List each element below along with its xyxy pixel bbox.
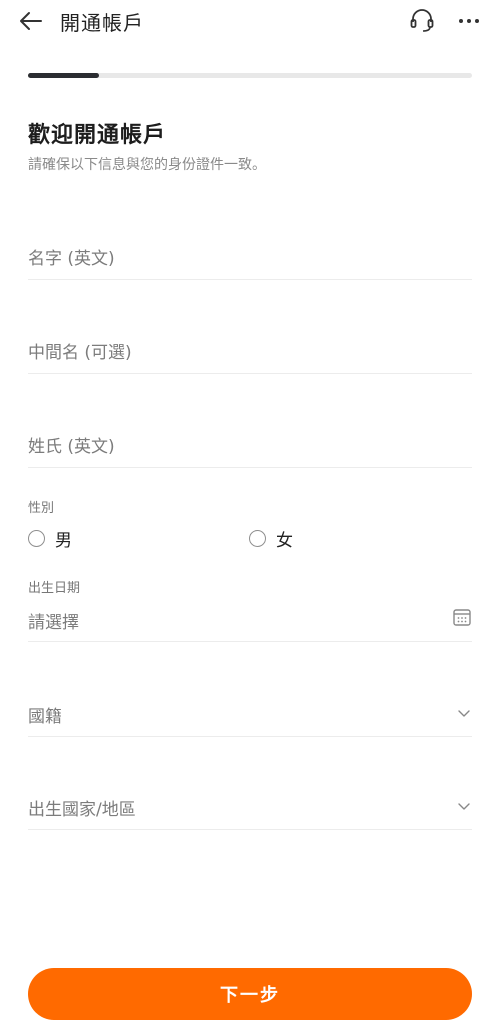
nationality-placeholder: 國籍 bbox=[28, 707, 62, 727]
birth-country-placeholder: 出生國家/地區 bbox=[28, 800, 136, 820]
gender-female-label: 女 bbox=[276, 531, 293, 551]
calendar-icon[interactable] bbox=[452, 607, 472, 627]
gender-label: 性別 bbox=[28, 501, 55, 516]
last-name-placeholder: 姓氏 (英文) bbox=[28, 437, 115, 457]
next-button-label: 下一步 bbox=[220, 985, 280, 1006]
gender-option-female[interactable]: 女 bbox=[249, 526, 293, 551]
last-name-field[interactable]: 姓氏 (英文) bbox=[28, 420, 472, 468]
nationality-select[interactable]: 國籍 bbox=[28, 690, 472, 737]
first-name-field[interactable]: 名字 (英文) bbox=[28, 232, 472, 280]
welcome-heading: 歡迎開通帳戶 bbox=[28, 123, 167, 148]
birth-country-select[interactable]: 出生國家/地區 bbox=[28, 783, 472, 830]
headset-icon[interactable] bbox=[408, 6, 436, 34]
progress-bar bbox=[28, 73, 472, 78]
next-button[interactable]: 下一步 bbox=[28, 968, 472, 1020]
birth-date-placeholder: 請選擇 bbox=[28, 613, 79, 633]
back-arrow-icon[interactable] bbox=[16, 6, 46, 36]
chevron-down-icon[interactable] bbox=[456, 798, 472, 814]
progress-fill bbox=[28, 73, 100, 78]
top-bar: 開通帳戶 bbox=[0, 0, 499, 44]
first-name-placeholder: 名字 (英文) bbox=[28, 249, 115, 269]
middle-name-placeholder: 中間名 (可選) bbox=[28, 343, 132, 363]
welcome-subtitle: 請確保以下信息與您的身份證件一致。 bbox=[28, 157, 266, 173]
birth-date-label: 出生日期 bbox=[28, 581, 81, 596]
radio-female[interactable] bbox=[249, 530, 266, 547]
chevron-down-icon[interactable] bbox=[456, 705, 472, 721]
birth-date-field[interactable]: 請選擇 bbox=[28, 598, 472, 642]
page-title: 開通帳戶 bbox=[60, 11, 144, 35]
gender-option-male[interactable]: 男 bbox=[28, 526, 72, 551]
more-dots-icon[interactable] bbox=[454, 6, 484, 34]
gender-male-label: 男 bbox=[55, 531, 72, 551]
radio-male[interactable] bbox=[28, 530, 45, 547]
middle-name-field[interactable]: 中間名 (可選) bbox=[28, 326, 472, 374]
